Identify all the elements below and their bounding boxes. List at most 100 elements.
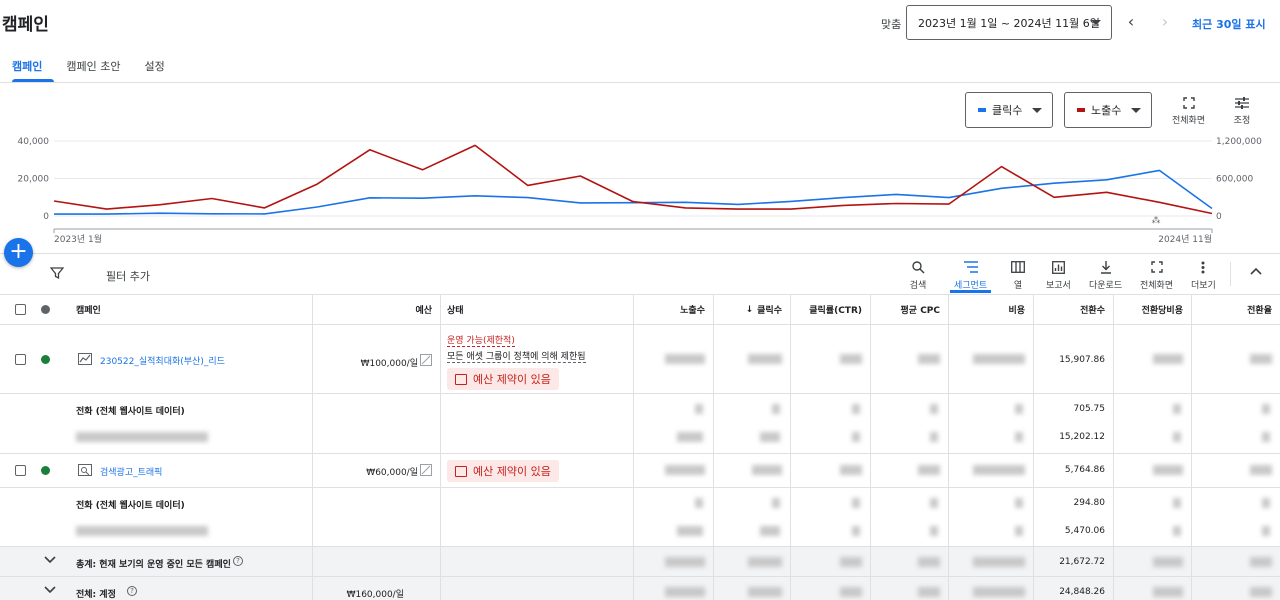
conversion-action-label: 전화 (전체 웹사이트 데이터) — [76, 407, 185, 417]
performance-chart: 40,000 20,000 0 1,200,000 600,000 0 2023년 1월 20… — [18, 137, 1263, 245]
conversions-value: 15,907.86 — [1059, 355, 1105, 365]
campaign-link[interactable]: 검색광고_트래픽 — [100, 465, 162, 478]
conversions-value: 24,848.26 — [1059, 587, 1105, 597]
budget-limited-badge[interactable]: 예산 제약이 있음 — [447, 460, 559, 482]
header-budget[interactable]: 예산 — [313, 295, 441, 324]
table-toolbar — [0, 253, 1280, 295]
header-clicks[interactable]: ↓ 클릭수 — [714, 295, 791, 324]
chart-trend-icon — [455, 373, 467, 385]
header-ctr[interactable]: 클릭률(CTR) — [791, 295, 871, 324]
date-range-value: 2023년 1월 1일 ~ 2024년 11월 6일 — [918, 16, 1100, 30]
conversions-value: 15,202.12 — [1059, 432, 1105, 442]
previous-period-icon[interactable]: ‹ — [1124, 12, 1138, 31]
header-status[interactable]: 상태 — [441, 295, 634, 324]
chevron-down-icon[interactable] — [44, 556, 56, 567]
budget-edit-icon[interactable] — [420, 354, 432, 366]
date-range-picker[interactable]: 2023년 1월 1일 ~ 2024년 11월 6일 — [906, 5, 1112, 40]
table-row: 검색광고_트래픽 ₩60,000/일 예산 제약이 있음 5,764.86 — [0, 454, 1280, 488]
status-policy-note[interactable]: 모든 애셋 그룹이 정책에 의해 제한됨 — [447, 349, 586, 363]
download-icon — [1097, 260, 1115, 274]
annotation-marker-icon: ⁂ — [1152, 215, 1161, 226]
budget-value: ₩60,000/일 — [366, 468, 418, 478]
blurred-value — [748, 354, 782, 364]
toolbar-divider — [1230, 262, 1231, 286]
table-fullscreen-button[interactable]: 전체화면 — [1140, 260, 1173, 291]
columns-label: 열 — [1013, 281, 1023, 291]
header-conv-rate[interactable]: 전환율 — [1192, 295, 1280, 324]
fullscreen-icon — [1180, 96, 1198, 110]
columns-button[interactable]: 열 — [1009, 260, 1027, 291]
blurred-value — [76, 526, 208, 536]
total-row-account: 전체: 계정 ? ₩160,000/일 24,848.26 — [0, 577, 1280, 600]
metric2-swatch — [1077, 108, 1085, 112]
sort-down-arrow-icon: ↓ — [745, 304, 754, 315]
header-cost[interactable]: 비용 — [949, 295, 1034, 324]
chart-adjust-button[interactable]: 조정 — [1233, 96, 1251, 126]
tab-campaign-drafts[interactable]: 캠페인 초안 — [54, 52, 132, 82]
row-checkbox[interactable] — [15, 354, 26, 365]
metric1-select[interactable]: 클릭수 — [965, 92, 1053, 128]
total-label: 총계: 현재 보기의 운영 중인 모든 캠페인 — [76, 560, 231, 570]
select-all-checkbox[interactable] — [15, 304, 26, 315]
table-header-row: 캠페인 예산 상태 노출수 ↓ 클릭수 클릭률(CTR) 평균 CPC 비용 전환… — [0, 295, 1280, 325]
status-limited[interactable]: 운영 가능(제한적) — [447, 333, 515, 347]
help-icon[interactable]: ? — [127, 586, 137, 596]
series-line-0 — [54, 169, 1213, 215]
status-enabled-dot-icon — [41, 355, 50, 364]
next-period-icon[interactable]: › — [1158, 12, 1172, 31]
x-start-label: 2023년 1월 — [54, 233, 102, 245]
recent-30-days-link[interactable]: 최근 30일 표시 — [1192, 16, 1266, 32]
header-conversions[interactable]: 전환수 — [1034, 295, 1114, 324]
segment-label: 세그먼트 — [954, 281, 988, 291]
filter-icon[interactable] — [50, 266, 64, 280]
y-right-tick-label: 1,200,000 — [1216, 137, 1262, 147]
dropdown-caret-icon — [1091, 20, 1101, 25]
more-button[interactable]: 더보기 — [1191, 260, 1216, 291]
report-icon — [1049, 260, 1067, 274]
header-impressions[interactable]: 노출수 — [634, 295, 714, 324]
conversion-action-label: 전화 (전체 웹사이트 데이터) — [76, 501, 185, 511]
chart-fullscreen-button[interactable]: 전체화면 — [1172, 96, 1205, 126]
dropdown-caret-icon — [1032, 108, 1042, 113]
budget-limited-badge[interactable]: 예산 제약이 있음 — [447, 368, 559, 390]
segment-button[interactable]: 세그먼트 — [949, 260, 992, 293]
add-filter-button[interactable]: 필터 추가 — [106, 268, 150, 284]
more-label: 더보기 — [1191, 281, 1216, 291]
header-avg-cpc[interactable]: 평균 CPC — [871, 295, 949, 324]
header-cost-per-conv[interactable]: 전환당비용 — [1114, 295, 1192, 324]
search-button[interactable]: 검색 — [909, 260, 927, 291]
search-label: 검색 — [909, 281, 927, 291]
tab-settings[interactable]: 설정 — [132, 52, 176, 82]
blurred-value — [1250, 354, 1272, 364]
total-row-active-campaigns: 총계: 현재 보기의 운영 중인 모든 캠페인 ? 21,672.72 — [0, 547, 1280, 577]
total-label: 전체: 계정 — [76, 590, 116, 600]
blurred-value — [918, 354, 940, 364]
blurred-value — [76, 432, 208, 442]
more-icon — [1194, 260, 1212, 274]
row-checkbox[interactable] — [15, 465, 26, 476]
status-header-dot-icon — [41, 305, 50, 314]
campaign-link[interactable]: 230522_실적최대화(부산)_리드 — [100, 354, 225, 367]
collapse-chevron-up-icon[interactable] — [1250, 264, 1262, 278]
download-button[interactable]: 다운로드 — [1089, 260, 1122, 291]
blurred-value — [1153, 354, 1183, 364]
tab-campaigns[interactable]: 캠페인 — [0, 52, 55, 82]
header-campaign[interactable]: 캠페인 — [70, 295, 313, 324]
y-left-tick-label: 20,000 — [18, 175, 50, 185]
conversions-value: 5,470.06 — [1064, 526, 1105, 536]
y-left-tick-label: 40,000 — [18, 137, 50, 147]
chevron-down-icon[interactable] — [44, 586, 56, 597]
metric2-select[interactable]: 노출수 — [1064, 92, 1152, 128]
report-button[interactable]: 보고서 — [1046, 260, 1071, 291]
conversions-value: 21,672.72 — [1059, 557, 1105, 567]
blurred-value — [840, 354, 862, 364]
conversions-value: 5,764.86 — [1064, 465, 1105, 475]
search-campaign-icon — [78, 464, 92, 476]
add-campaign-button[interactable]: + — [4, 238, 33, 267]
search-icon — [909, 260, 927, 274]
table-row: 230522_실적최대화(부산)_리드 ₩100,000/일 운영 가능(제한적… — [0, 325, 1280, 394]
y-right-tick-label: 0 — [1216, 212, 1222, 222]
budget-value: ₩160,000/일 — [346, 590, 404, 600]
help-icon[interactable]: ? — [233, 556, 243, 566]
budget-edit-icon[interactable] — [420, 464, 432, 476]
